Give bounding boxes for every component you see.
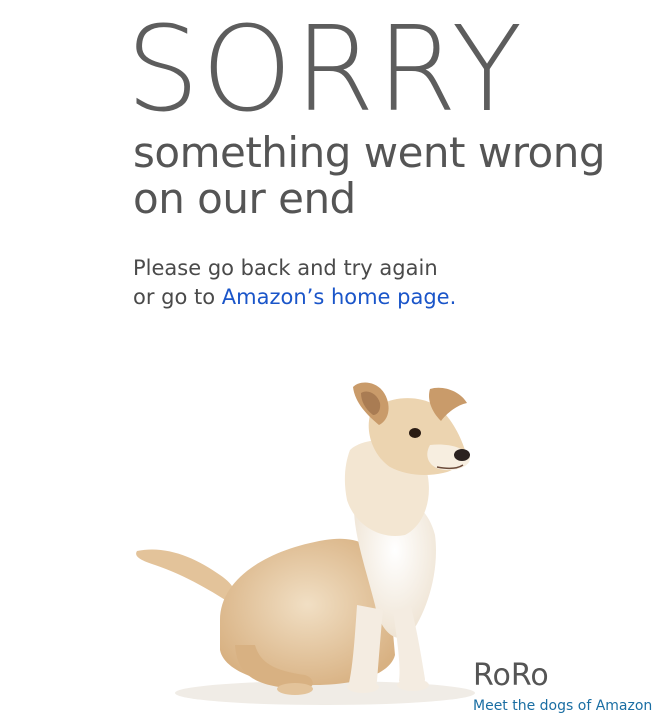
subtitle-line-2: on our end: [133, 174, 356, 223]
error-headline: SORRY: [126, 0, 525, 138]
message-prefix: or go to: [133, 285, 222, 309]
error-subtitle: something went wrong on our end: [133, 128, 606, 223]
dog-photo: [136, 382, 475, 705]
meet-the-dogs-link[interactable]: Meet the dogs of Amazon: [473, 697, 652, 715]
error-message: Please go back and try again or go to Am…: [133, 254, 456, 312]
message-line-2: or go to Amazon’s home page.: [133, 283, 456, 312]
subtitle-line-1: something went wrong: [133, 128, 606, 177]
home-page-link[interactable]: Amazon’s home page.: [222, 285, 457, 309]
dog-name: RoRo: [473, 658, 549, 693]
message-line-1: Please go back and try again: [133, 256, 438, 280]
